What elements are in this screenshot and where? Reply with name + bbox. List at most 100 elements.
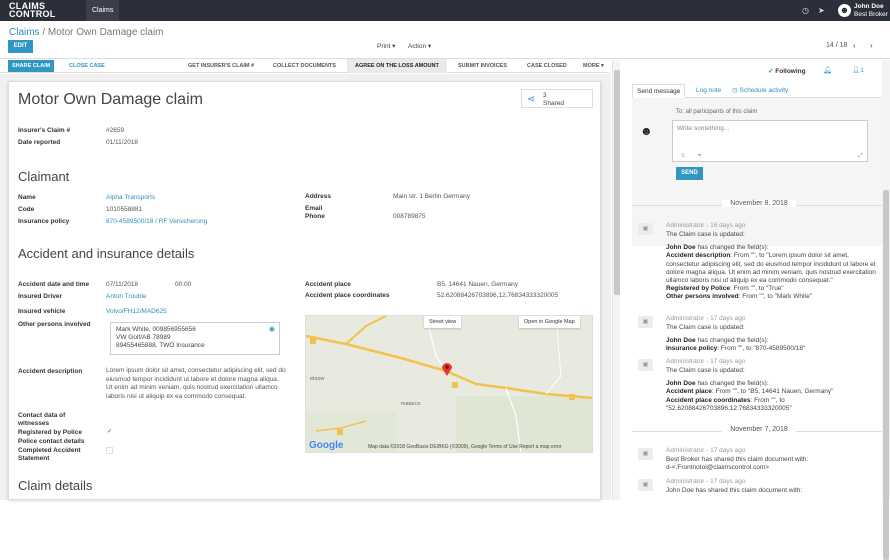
insurer-claim-value: #2659 [106,127,125,134]
stage-submit-invoices[interactable]: SUBMIT INVOICES [452,59,513,73]
expand-icon[interactable]: ⤢ [858,153,863,160]
map-canvas [306,316,592,452]
attachment-icon[interactable]: ⌖ [698,153,701,160]
clock-icon[interactable]: ◷ [802,6,809,15]
status-bar: SHARE CLAIM CLOSE CASE GET INSURER'S CLA… [0,59,610,73]
accident-date-value: 07/11/2018 [106,281,139,288]
message-author[interactable]: Administrator [666,478,704,485]
action-dropdown[interactable]: Action ▾ [408,42,431,50]
message-author[interactable]: Administrator [666,358,704,365]
stage-agree-on-loss-amount[interactable]: AGREE ON THE LOSS AMOUNT [347,59,447,73]
message-avatar: ▣ [638,448,653,460]
description-value: Lorem ipsum dolor sit amet, consectetur … [106,367,286,400]
place-value: B5, 14641 Nauen, Germany [437,281,518,288]
stage-collect-documents[interactable]: COLLECT DOCUMENTS [267,59,342,73]
followers-button[interactable]: 👤︎1 [852,66,864,74]
shared-stat-button[interactable]: ⋖ 3 Shared [521,89,593,108]
pager-next-button[interactable]: › [870,41,873,50]
police-contact-label: Police contact details [18,438,85,445]
form-scrollbar[interactable] [612,60,620,500]
message-avatar: ▣ [638,316,653,328]
message-author[interactable]: Administrator [666,222,704,229]
stage-more-dropdown[interactable]: MORE ▾ [579,59,608,73]
stage-get-insurers-claim[interactable]: GET INSURER'S CLAIM # [182,59,260,73]
chatter-panel: ✓ Following 🔔︎ 👤︎1 Send message Log note… [622,60,890,500]
address-label: Address [305,193,332,200]
top-navbar: CLAIMS CONTROL Claims ◷ ➤ ☻ John Doe Best … [0,0,890,21]
bell-icon[interactable]: 🔔︎ [823,66,832,74]
policy-label: Insurance policy [18,218,70,225]
map-town-label: RIBBECK [401,401,421,406]
driver-label: Insured Driver [18,293,63,300]
tab-log-note[interactable]: Log note [692,84,725,98]
other-persons-field[interactable]: Mark White, 009856955656 VW Golf/AB 7898… [110,322,280,355]
driver-link[interactable]: Anton Trouble [106,293,146,300]
chatter-scrollbar-thumb[interactable] [883,190,889,560]
accident-heading: Accident and insurance details [18,246,195,261]
pager-previous-button[interactable]: ‹ [853,41,856,50]
witnesses-label: Contact data of witnesses [18,412,66,427]
send-button[interactable]: SEND [676,167,703,180]
coords-label: Accident place coordinates [305,292,390,299]
vehicle-link[interactable]: Volvo/FH12/MAD625 [106,308,167,315]
print-dropdown[interactable]: Print ▾ [377,42,395,50]
accident-datetime-label: Accident date and time [18,281,90,288]
map-attribution: Map data ©2018 GeoBasis-DE/BKG (©2009), … [368,444,562,450]
record-title: Motor Own Damage claim [18,91,203,108]
date-separator: November 7, 2018 [632,426,886,436]
date-reported-label: Date reported [18,139,61,146]
menu-claims[interactable]: Claims [86,0,120,21]
completed-statement-checkbox[interactable] [106,447,113,454]
user-avatar[interactable]: ☻ [838,4,851,17]
place-label: Accident place [305,281,351,288]
pager-value[interactable]: 14 / 18 [826,42,847,49]
messaging-icon[interactable]: ➤ [818,6,825,15]
app-logo[interactable]: CLAIMS CONTROL [9,2,65,19]
completed-statement-label: Completed Accident Statement [18,447,81,462]
composer-toolbar: ☺ ⌖ ⤢ [672,150,868,162]
tab-schedule-activity[interactable]: ◷ Schedule activity [728,84,792,98]
date-separator: November 8, 2018 [632,200,886,210]
eye-icon[interactable]: ◉ [269,326,275,334]
claim-details-heading: Claim details [18,478,93,493]
chatter-tabs: Send message Log note ◷ Schedule activit… [632,84,886,98]
share-icon: ⋖ [527,94,536,105]
code-value: 1010558881 [106,206,143,213]
accident-map[interactable]: Street view Open in Google Map RIBBECK e… [305,315,593,453]
phone-label: Phone [305,213,325,220]
description-label: Accident description [18,368,83,375]
composer-avatar: ☻ [640,124,653,138]
following-button[interactable]: ✓ Following [768,67,806,75]
emoji-icon[interactable]: ☺ [680,153,686,159]
recipients-text: To: all participants of this claim [676,109,758,115]
tab-send-message[interactable]: Send message [632,84,686,98]
breadcrumb-claims[interactable]: Claims [9,27,40,38]
message-avatar: ▣ [638,359,653,371]
google-logo: Google [309,440,344,451]
policy-link[interactable]: 870-4589500/18 / RF Versicherung [106,218,207,225]
street-view-button[interactable]: Street view [424,316,462,328]
message-author[interactable]: Administrator [666,447,704,454]
stage-case-closed[interactable]: CASE CLOSED [521,59,573,73]
insurer-claim-label: Insurer's Claim # [18,127,71,134]
close-case-button[interactable]: CLOSE CASE [69,60,105,72]
accident-time-value: 00:00 [175,281,192,288]
chatter-scrollbar[interactable] [882,60,890,560]
open-google-map-button[interactable]: Open in Google Map [519,316,580,328]
breadcrumb-current: Motor Own Damage claim [47,27,164,38]
map-marker-icon[interactable] [441,362,453,376]
claimant-name-link[interactable]: Alpha Transports [106,194,155,201]
edit-button[interactable]: EDIT [8,40,33,53]
map-town-label-2: etzow [310,376,325,382]
message-avatar: ▣ [638,479,653,491]
police-checkbox[interactable]: ✓ [106,429,113,436]
name-label: Name [18,194,36,201]
address-value: Main str. 1 Berlin Germany [393,193,470,200]
user-menu[interactable]: John Doe Best Broker [854,3,888,19]
chatter-topbar: ✓ Following 🔔︎ 👤︎1 [622,60,890,82]
message-avatar: ▣ [638,223,653,235]
form-scrollbar-thumb[interactable] [614,70,620,295]
claimant-heading: Claimant [18,169,70,184]
message-author[interactable]: Administrator [666,315,704,322]
share-claim-button[interactable]: SHARE CLAIM [8,60,55,72]
